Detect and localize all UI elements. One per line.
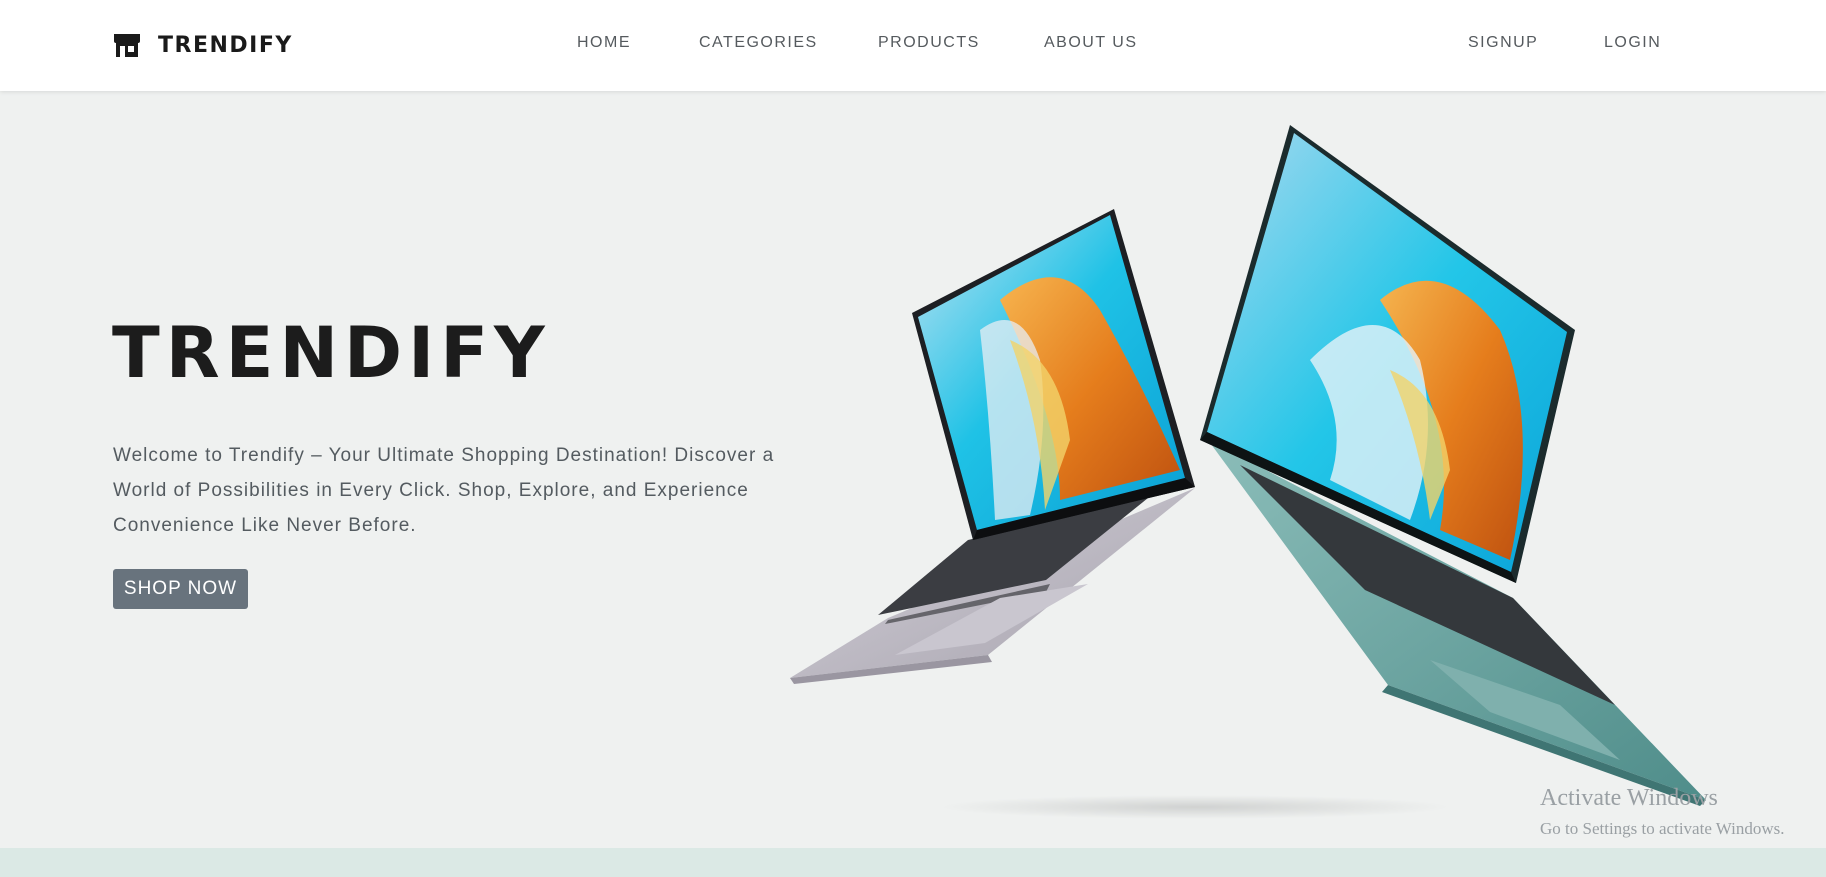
- shop-now-button[interactable]: SHOP NOW: [113, 569, 248, 609]
- store-icon: [114, 34, 140, 57]
- site-header: TRENDIFY HOME CATEGORIES PRODUCTS ABOUT …: [0, 0, 1826, 91]
- watermark-title: Activate Windows: [1540, 785, 1718, 811]
- hero-title: TRENDIFY: [112, 312, 551, 394]
- nav-products[interactable]: PRODUCTS: [878, 34, 980, 52]
- bottom-band: [0, 848, 1826, 877]
- nav-categories[interactable]: CATEGORIES: [699, 34, 818, 52]
- nav-about-us[interactable]: ABOUT US: [1044, 34, 1138, 52]
- nav-login[interactable]: LOGIN: [1604, 34, 1661, 52]
- hero-description: Welcome to Trendify – Your Ultimate Shop…: [113, 445, 775, 536]
- watermark-subtitle: Go to Settings to activate Windows.: [1540, 819, 1785, 838]
- laptops-image: [790, 125, 1706, 819]
- brand-name: TRENDIFY: [158, 32, 293, 58]
- brand-logo[interactable]: TRENDIFY: [113, 30, 293, 60]
- nav-home[interactable]: HOME: [577, 34, 631, 52]
- nav-signup[interactable]: SIGNUP: [1468, 34, 1538, 52]
- windows-activation-watermark: Activate Windows Go to Settings to activ…: [1540, 784, 1785, 840]
